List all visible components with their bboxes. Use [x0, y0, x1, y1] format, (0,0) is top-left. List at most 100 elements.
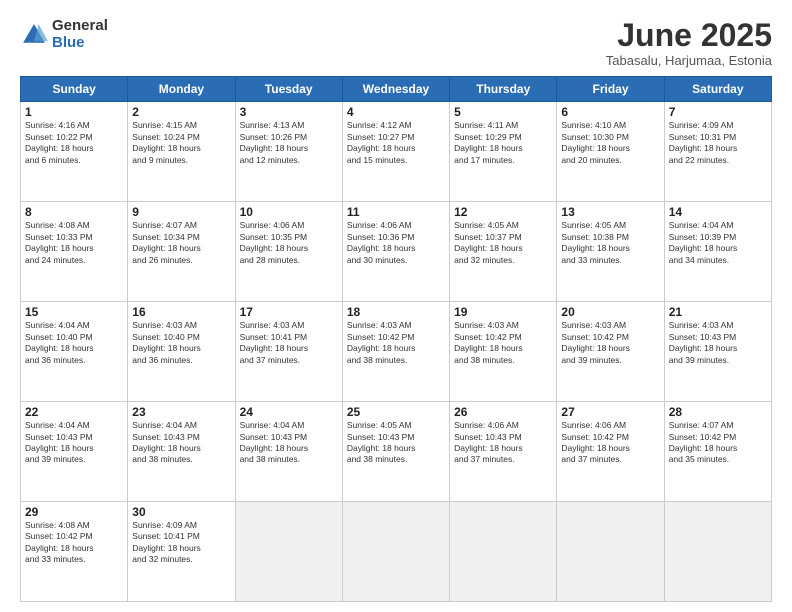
- calendar-day: 11Sunrise: 4:06 AMSunset: 10:36 PMDaylig…: [342, 202, 449, 302]
- day-number: 8: [25, 205, 123, 219]
- calendar-week-2: 8Sunrise: 4:08 AMSunset: 10:33 PMDayligh…: [21, 202, 772, 302]
- calendar-week-1: 1Sunrise: 4:16 AMSunset: 10:22 PMDayligh…: [21, 102, 772, 202]
- logo-text: General Blue: [52, 18, 108, 51]
- col-sunday: Sunday: [21, 77, 128, 102]
- day-number: 30: [132, 505, 230, 519]
- header-row: Sunday Monday Tuesday Wednesday Thursday…: [21, 77, 772, 102]
- calendar-day: 19Sunrise: 4:03 AMSunset: 10:42 PMDaylig…: [450, 302, 557, 402]
- calendar-day: 27Sunrise: 4:06 AMSunset: 10:42 PMDaylig…: [557, 402, 664, 502]
- calendar-header: Sunday Monday Tuesday Wednesday Thursday…: [21, 77, 772, 102]
- calendar-day: [450, 502, 557, 602]
- day-number: 4: [347, 105, 445, 119]
- day-number: 17: [240, 305, 338, 319]
- calendar-day: 14Sunrise: 4:04 AMSunset: 10:39 PMDaylig…: [664, 202, 771, 302]
- day-info: Sunrise: 4:03 AMSunset: 10:42 PMDaylight…: [347, 320, 445, 366]
- calendar-day: 4Sunrise: 4:12 AMSunset: 10:27 PMDayligh…: [342, 102, 449, 202]
- day-info: Sunrise: 4:08 AMSunset: 10:33 PMDaylight…: [25, 220, 123, 266]
- day-number: 5: [454, 105, 552, 119]
- title-block: June 2025 Tabasalu, Harjumaa, Estonia: [606, 18, 772, 68]
- logo: General Blue: [20, 18, 108, 51]
- day-info: Sunrise: 4:06 AMSunset: 10:43 PMDaylight…: [454, 420, 552, 466]
- calendar-day: 24Sunrise: 4:04 AMSunset: 10:43 PMDaylig…: [235, 402, 342, 502]
- calendar-day: 25Sunrise: 4:05 AMSunset: 10:43 PMDaylig…: [342, 402, 449, 502]
- day-number: 11: [347, 205, 445, 219]
- day-number: 18: [347, 305, 445, 319]
- day-info: Sunrise: 4:06 AMSunset: 10:36 PMDaylight…: [347, 220, 445, 266]
- calendar-day: 22Sunrise: 4:04 AMSunset: 10:43 PMDaylig…: [21, 402, 128, 502]
- calendar-day: 29Sunrise: 4:08 AMSunset: 10:42 PMDaylig…: [21, 502, 128, 602]
- page: General Blue June 2025 Tabasalu, Harjuma…: [0, 0, 792, 612]
- calendar-day: 21Sunrise: 4:03 AMSunset: 10:43 PMDaylig…: [664, 302, 771, 402]
- day-number: 3: [240, 105, 338, 119]
- calendar-day: 2Sunrise: 4:15 AMSunset: 10:24 PMDayligh…: [128, 102, 235, 202]
- day-info: Sunrise: 4:13 AMSunset: 10:26 PMDaylight…: [240, 120, 338, 166]
- day-info: Sunrise: 4:11 AMSunset: 10:29 PMDaylight…: [454, 120, 552, 166]
- calendar-day: 20Sunrise: 4:03 AMSunset: 10:42 PMDaylig…: [557, 302, 664, 402]
- col-monday: Monday: [128, 77, 235, 102]
- day-info: Sunrise: 4:09 AMSunset: 10:41 PMDaylight…: [132, 520, 230, 566]
- day-number: 9: [132, 205, 230, 219]
- day-info: Sunrise: 4:04 AMSunset: 10:40 PMDaylight…: [25, 320, 123, 366]
- calendar-week-3: 15Sunrise: 4:04 AMSunset: 10:40 PMDaylig…: [21, 302, 772, 402]
- day-info: Sunrise: 4:03 AMSunset: 10:40 PMDaylight…: [132, 320, 230, 366]
- calendar-day: [342, 502, 449, 602]
- day-info: Sunrise: 4:05 AMSunset: 10:37 PMDaylight…: [454, 220, 552, 266]
- day-info: Sunrise: 4:16 AMSunset: 10:22 PMDaylight…: [25, 120, 123, 166]
- calendar-day: 12Sunrise: 4:05 AMSunset: 10:37 PMDaylig…: [450, 202, 557, 302]
- calendar-day: 3Sunrise: 4:13 AMSunset: 10:26 PMDayligh…: [235, 102, 342, 202]
- col-tuesday: Tuesday: [235, 77, 342, 102]
- logo-general: General: [52, 18, 108, 35]
- calendar-day: 28Sunrise: 4:07 AMSunset: 10:42 PMDaylig…: [664, 402, 771, 502]
- day-number: 20: [561, 305, 659, 319]
- calendar-day: [664, 502, 771, 602]
- calendar-day: 5Sunrise: 4:11 AMSunset: 10:29 PMDayligh…: [450, 102, 557, 202]
- calendar-table: Sunday Monday Tuesday Wednesday Thursday…: [20, 76, 772, 602]
- day-info: Sunrise: 4:03 AMSunset: 10:41 PMDaylight…: [240, 320, 338, 366]
- col-wednesday: Wednesday: [342, 77, 449, 102]
- day-info: Sunrise: 4:07 AMSunset: 10:42 PMDaylight…: [669, 420, 767, 466]
- day-info: Sunrise: 4:12 AMSunset: 10:27 PMDaylight…: [347, 120, 445, 166]
- day-info: Sunrise: 4:06 AMSunset: 10:42 PMDaylight…: [561, 420, 659, 466]
- calendar-day: [235, 502, 342, 602]
- day-number: 10: [240, 205, 338, 219]
- day-number: 2: [132, 105, 230, 119]
- day-info: Sunrise: 4:05 AMSunset: 10:38 PMDaylight…: [561, 220, 659, 266]
- day-number: 27: [561, 405, 659, 419]
- day-number: 26: [454, 405, 552, 419]
- day-info: Sunrise: 4:07 AMSunset: 10:34 PMDaylight…: [132, 220, 230, 266]
- day-number: 6: [561, 105, 659, 119]
- header: General Blue June 2025 Tabasalu, Harjuma…: [20, 18, 772, 68]
- day-number: 19: [454, 305, 552, 319]
- day-number: 12: [454, 205, 552, 219]
- day-info: Sunrise: 4:04 AMSunset: 10:43 PMDaylight…: [25, 420, 123, 466]
- day-number: 7: [669, 105, 767, 119]
- calendar-day: 13Sunrise: 4:05 AMSunset: 10:38 PMDaylig…: [557, 202, 664, 302]
- day-number: 1: [25, 105, 123, 119]
- day-info: Sunrise: 4:03 AMSunset: 10:43 PMDaylight…: [669, 320, 767, 366]
- calendar-day: 30Sunrise: 4:09 AMSunset: 10:41 PMDaylig…: [128, 502, 235, 602]
- day-number: 25: [347, 405, 445, 419]
- calendar-day: 15Sunrise: 4:04 AMSunset: 10:40 PMDaylig…: [21, 302, 128, 402]
- day-number: 24: [240, 405, 338, 419]
- month-title: June 2025: [606, 18, 772, 53]
- day-info: Sunrise: 4:03 AMSunset: 10:42 PMDaylight…: [561, 320, 659, 366]
- col-thursday: Thursday: [450, 77, 557, 102]
- logo-blue: Blue: [52, 35, 108, 52]
- calendar-day: 8Sunrise: 4:08 AMSunset: 10:33 PMDayligh…: [21, 202, 128, 302]
- day-number: 14: [669, 205, 767, 219]
- calendar-day: 1Sunrise: 4:16 AMSunset: 10:22 PMDayligh…: [21, 102, 128, 202]
- day-info: Sunrise: 4:05 AMSunset: 10:43 PMDaylight…: [347, 420, 445, 466]
- calendar-day: 17Sunrise: 4:03 AMSunset: 10:41 PMDaylig…: [235, 302, 342, 402]
- calendar-day: [557, 502, 664, 602]
- day-number: 15: [25, 305, 123, 319]
- col-saturday: Saturday: [664, 77, 771, 102]
- day-number: 23: [132, 405, 230, 419]
- calendar-day: 6Sunrise: 4:10 AMSunset: 10:30 PMDayligh…: [557, 102, 664, 202]
- calendar-day: 16Sunrise: 4:03 AMSunset: 10:40 PMDaylig…: [128, 302, 235, 402]
- day-info: Sunrise: 4:03 AMSunset: 10:42 PMDaylight…: [454, 320, 552, 366]
- day-number: 21: [669, 305, 767, 319]
- day-info: Sunrise: 4:04 AMSunset: 10:43 PMDaylight…: [240, 420, 338, 466]
- day-number: 22: [25, 405, 123, 419]
- day-number: 13: [561, 205, 659, 219]
- calendar-day: 23Sunrise: 4:04 AMSunset: 10:43 PMDaylig…: [128, 402, 235, 502]
